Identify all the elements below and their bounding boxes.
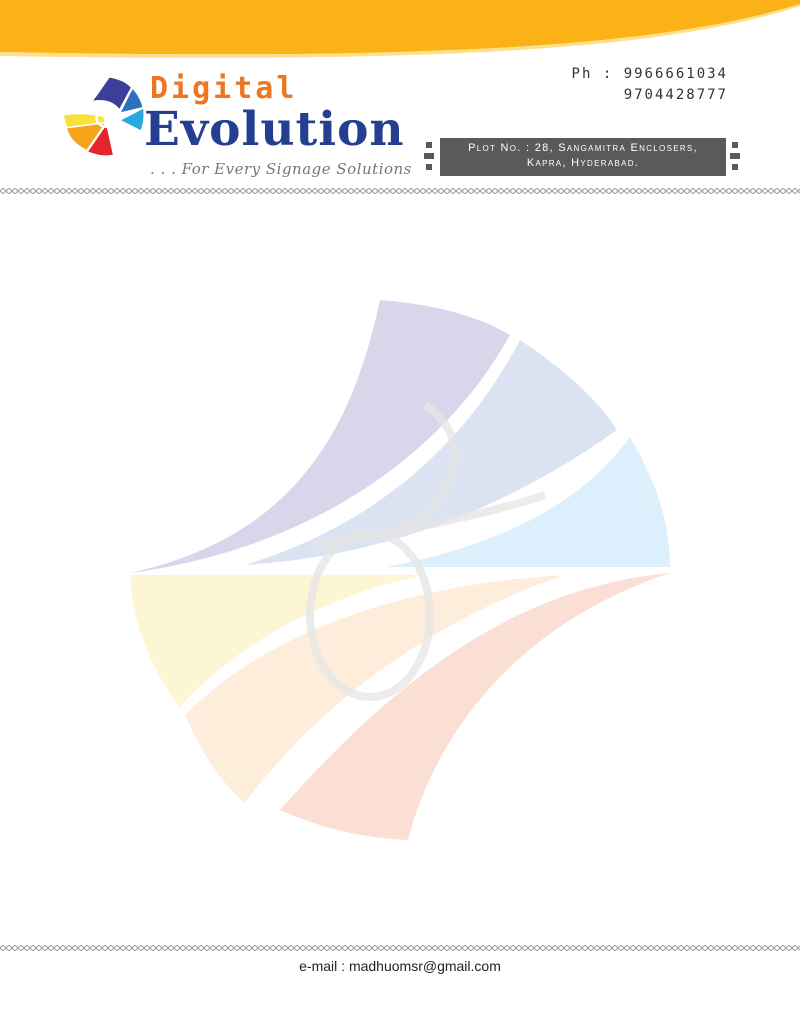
address-line-2: Kapra, Hyderabad. xyxy=(526,157,640,169)
phone-label: Ph : xyxy=(571,66,614,82)
header-wave xyxy=(0,0,800,58)
phone-block: Ph : 9966661034 9704428777 xyxy=(572,64,728,106)
header-divider xyxy=(0,188,800,194)
brand-name-evolution: Evolution xyxy=(144,102,405,157)
address-right-ornament xyxy=(730,142,740,170)
phone-line-1: Ph : 9966661034 xyxy=(572,64,728,85)
phone-number-1: 9966661034 xyxy=(623,66,728,82)
footer-divider xyxy=(0,945,800,951)
email-label: e-mail : xyxy=(299,958,346,974)
brand-tagline: . . . For Every Signage Solutions xyxy=(150,160,412,178)
footer-email: e-mail : madhuomsr@gmail.com xyxy=(0,958,800,974)
address-box: Plot No. : 28, Sangamitra Enclosers, Kap… xyxy=(440,138,726,176)
address-line-1: Plot No. : 28, Sangamitra Enclosers, xyxy=(468,142,698,154)
watermark-logo-icon xyxy=(130,300,670,840)
address-left-ornament xyxy=(424,142,434,170)
email-address[interactable]: madhuomsr@gmail.com xyxy=(349,958,501,974)
brand-name-digital: Digital xyxy=(150,71,298,106)
phone-number-2: 9704428777 xyxy=(623,87,728,103)
brand-logo-icon xyxy=(63,77,144,156)
